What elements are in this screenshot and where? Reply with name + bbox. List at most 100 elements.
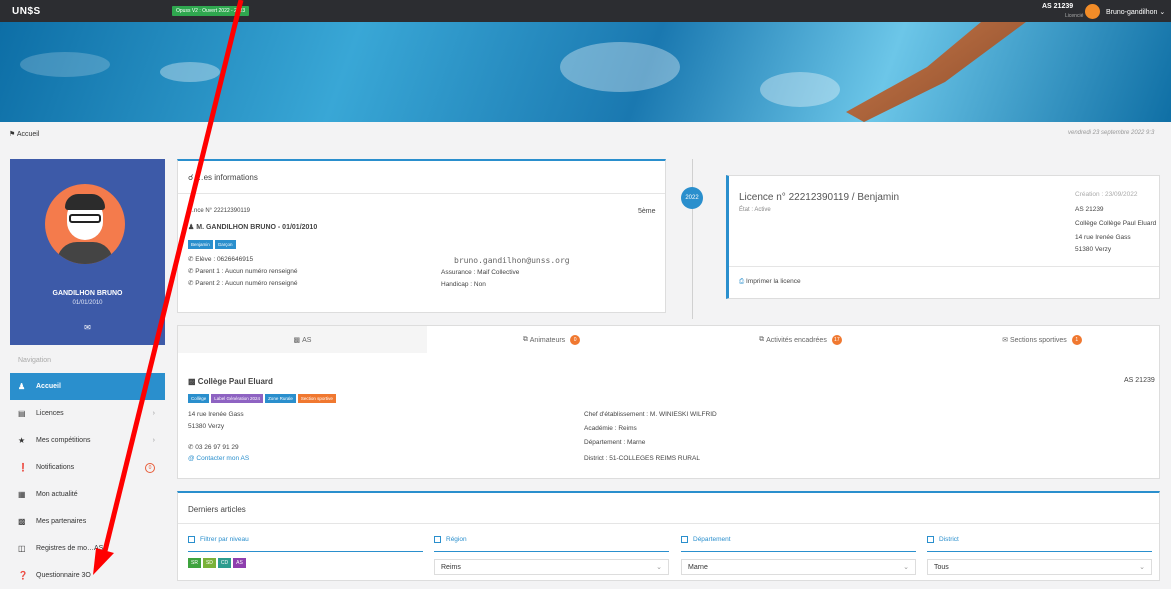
breadcrumb[interactable]: ⚑ Accueil	[9, 130, 39, 138]
notification-count-badge: 0	[145, 462, 155, 473]
tag-section: Section sportive	[297, 394, 336, 403]
person-icon: ♟	[188, 224, 195, 231]
sidebar-item-accueil[interactable]: ♟ Accueil	[10, 373, 165, 400]
sidebar-item-partenaires[interactable]: ▩ Mes partenaires	[10, 508, 165, 535]
tab-count-badge: 17	[831, 335, 842, 345]
sidebar-item-label: Mon actualité	[36, 491, 78, 498]
as-academie: Académie : Reims	[584, 425, 637, 432]
assurance: Assurance : Maif Collective	[441, 269, 520, 276]
sidebar-item-label: Registres de mo…AS	[36, 545, 104, 552]
phone-p1-text: Parent 1 : Aucun numéro renseigné	[195, 268, 298, 275]
as-phone: ✆ 03 26 97 91 29	[188, 443, 239, 451]
breadcrumb-home[interactable]: Accueil	[17, 131, 40, 138]
profile-name: GANDILHON BRUNO	[52, 290, 123, 297]
top-bar: UN$S Opuss V2 : Ouvert 2022 - 2023 AS 21…	[0, 0, 1171, 22]
phone-parent-1: ✆ Parent 1 : Aucun numéro renseigné	[188, 267, 298, 275]
header-role: Licencié	[1065, 13, 1084, 19]
licence-card: Licence n° 22212390119 / Benjamin État :…	[726, 175, 1160, 299]
licence-city: 51380 Verzy	[1075, 246, 1112, 253]
sidebar-item-licences[interactable]: ▤ Licences ›	[10, 400, 165, 427]
at-icon: @	[188, 455, 195, 462]
sidebar-item-label: Notifications	[36, 464, 75, 471]
sidebar-item-questionnaire[interactable]: ❓ Questionnaire 3O	[10, 562, 165, 589]
as-departement: Département : Marne	[584, 439, 646, 446]
filter-district-label: District	[927, 536, 959, 543]
book-icon: ◫	[18, 544, 26, 553]
unss-logo[interactable]: UN$S	[12, 6, 41, 17]
contact-as-link[interactable]: @ Contacter mon AS	[188, 455, 249, 462]
user-name-label: Bruno-gandilhon	[1106, 9, 1158, 16]
sidebar-item-actualite[interactable]: ▦ Mon actualité	[10, 481, 165, 508]
chevron-right-icon: ›	[152, 437, 155, 444]
sidebar-item-label: Questionnaire 3O	[36, 572, 91, 579]
print-licence-text: Imprimer la licence	[746, 278, 801, 285]
navigation-label: Navigation	[18, 357, 52, 364]
region-select[interactable]: Reims ⌄	[434, 559, 669, 575]
chevron-right-icon: ›	[152, 410, 155, 417]
building-icon: ▩	[293, 337, 303, 344]
tab-as[interactable]: ▩ AS	[178, 326, 427, 354]
contact-as-text: Contacter mon AS	[196, 455, 250, 462]
tab-activites[interactable]: ⧉ Activités encadrées 17	[676, 326, 925, 354]
filter-region-label: Région	[434, 536, 467, 543]
tab-sections[interactable]: ✉ Sections sportives 1	[925, 326, 1159, 354]
print-icon: ⎙	[739, 278, 745, 285]
phone-icon: ✆	[188, 444, 194, 451]
phone-icon: ✆	[188, 268, 194, 275]
licence-college: Collège Collège Paul Eluard	[1075, 220, 1157, 227]
checkbox-icon	[434, 536, 441, 543]
level-sd-button[interactable]: SD	[202, 558, 216, 568]
as-college-title: ▩ Collège Paul Eluard	[188, 377, 273, 386]
user-menu[interactable]: Bruno-gandilhon ⌄	[1106, 8, 1165, 16]
sidebar-item-label: Licences	[36, 410, 64, 417]
avatar	[45, 184, 125, 264]
district-select[interactable]: Tous ⌄	[927, 559, 1152, 575]
tag-zone: Zone Rurale	[265, 394, 296, 403]
district-select-value: Tous	[934, 564, 949, 571]
region-select-value: Reims	[441, 564, 461, 571]
open-season-badge: Opuss V2 : Ouvert 2022 - 2023	[172, 6, 250, 16]
tab-animateurs[interactable]: ⧉ Animateurs 0	[427, 326, 676, 354]
as-panel: ▩ Collège Paul Eluard AS 21239 Collège La…	[177, 353, 1160, 479]
print-licence-link[interactable]: ⎙ Imprimer la licence	[739, 278, 801, 286]
school-level: 5ème	[638, 208, 656, 215]
header-as-id: AS 21239	[1042, 3, 1074, 10]
sidebar-item-registres[interactable]: ◫ Registres de mo…AS	[10, 535, 165, 562]
alert-icon: ❗	[18, 463, 28, 472]
level-cd-button[interactable]: CD	[217, 558, 232, 568]
student-name-text: M. GANDILHON BRUNO - 01/01/2010	[196, 224, 318, 231]
level-as-button[interactable]: AS	[233, 558, 246, 568]
departement-select[interactable]: Marne ⌄	[681, 559, 916, 575]
my-info-card: ☌ …es informations …nce N° 22212390119 5…	[177, 159, 666, 313]
partners-icon: ▩	[18, 517, 26, 526]
phone-parent-2: ✆ Parent 2 : Aucun numéro renseigné	[188, 279, 298, 287]
as-id: AS 21239	[1124, 377, 1155, 384]
user-icon: ♟	[18, 382, 26, 391]
phone-eleve: ✆ Elève : 0626646915	[188, 255, 253, 263]
checkbox-icon	[681, 536, 688, 543]
level-sr-button[interactable]: SR	[188, 558, 201, 568]
as-district: District : 51-COLLEGES REIMS RURAL	[584, 455, 700, 462]
tab-count-badge: 0	[570, 335, 581, 345]
profile-card: GANDILHON BRUNO 01/01/2010 ✉	[10, 159, 165, 345]
articles-title: Derniers articles	[188, 505, 246, 514]
news-icon: ▦	[18, 490, 26, 499]
filter-district-text: District	[939, 536, 959, 544]
student-email[interactable]: bruno.gandilhon@unss.org	[454, 256, 570, 265]
sidebar-item-label: Accueil	[36, 383, 61, 390]
search-icon: ☌	[188, 173, 194, 182]
student-tags: Benjamin Garçon	[188, 239, 238, 249]
licence-street: 14 rue Irenée Gass	[1075, 234, 1131, 241]
timeline-year: 2022	[681, 187, 703, 209]
info-card-title: ☌ …es informations	[188, 173, 258, 182]
phone-p2-text: Parent 2 : Aucun numéro renseigné	[195, 280, 298, 287]
mail-icon[interactable]: ✉	[10, 323, 165, 332]
info-title-text: …es informations	[195, 173, 258, 182]
tab-count-badge: 1	[1071, 335, 1082, 345]
filter-level-label: Filtrer par niveau	[188, 536, 249, 543]
sidebar-item-notifications[interactable]: ❗ Notifications 0	[10, 454, 165, 481]
sidebar-item-competitions[interactable]: ★ Mes compétitions ›	[10, 427, 165, 454]
user-avatar[interactable]	[1085, 4, 1100, 19]
as-street: 14 rue Irenée Gass	[188, 411, 244, 418]
licence-as-id: AS 21239	[1075, 206, 1104, 213]
